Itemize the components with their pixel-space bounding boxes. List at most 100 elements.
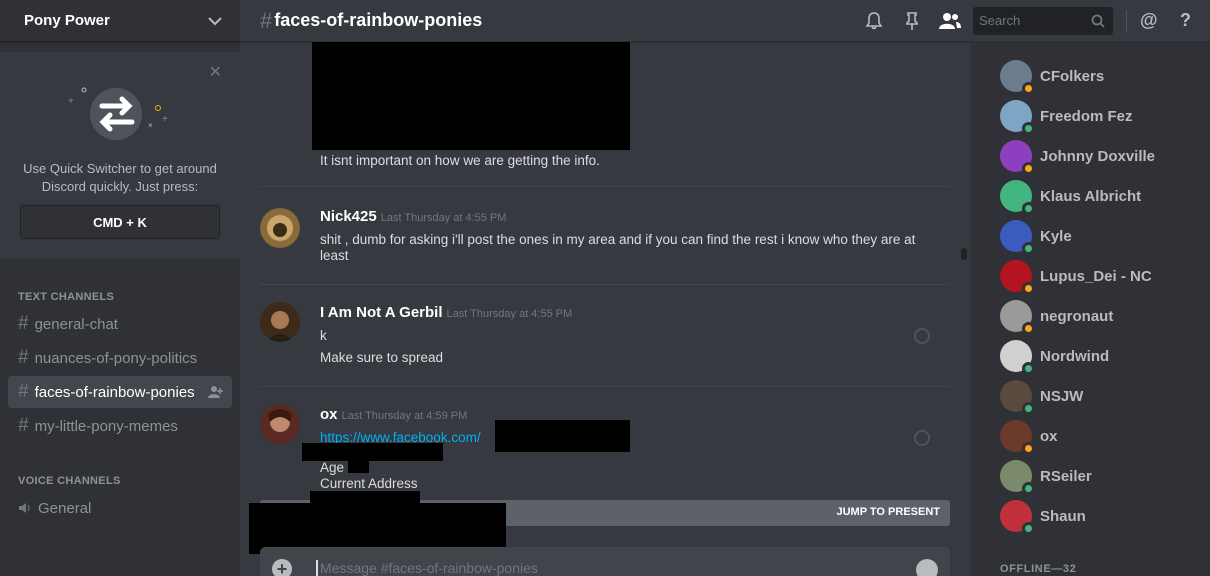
avatar	[1000, 220, 1035, 255]
close-icon[interactable]: ✕	[209, 62, 222, 82]
avatar	[1000, 420, 1035, 455]
invite-icon[interactable]	[208, 385, 224, 399]
message-text: Current Address	[320, 476, 418, 491]
avatar	[1000, 60, 1035, 95]
avatar	[1000, 340, 1035, 375]
avatar	[1000, 300, 1035, 335]
avatar[interactable]	[260, 302, 300, 342]
redacted-image	[312, 42, 630, 150]
upload-plus-icon[interactable]: +	[272, 559, 292, 576]
text-channels-header[interactable]: TEXT CHANNELS	[18, 291, 114, 303]
offline-header: OFFLINE—32	[1000, 563, 1077, 575]
avatar	[1000, 100, 1035, 135]
hash-icon: #	[18, 381, 29, 402]
message-divider	[260, 186, 950, 187]
message-text: Make sure to spread	[320, 350, 444, 365]
svg-text:×: ×	[148, 121, 153, 130]
redacted-text	[302, 443, 443, 461]
emoji-picker-icon[interactable]	[916, 559, 938, 576]
scroll-thumb[interactable]	[961, 248, 967, 260]
voice-channels-header[interactable]: VOICE CHANNELS	[18, 475, 121, 487]
add-reaction-icon[interactable]	[914, 430, 930, 446]
member-name: Klaus Albricht	[1040, 187, 1142, 205]
mentions-icon[interactable]: @	[1140, 10, 1158, 31]
channel-general-chat[interactable]: # general-chat	[8, 308, 232, 340]
member-item[interactable]: CFolkers	[1000, 56, 1104, 96]
chevron-down-icon	[208, 16, 222, 25]
quick-switcher-text: Use Quick Switcher to get around Discord…	[23, 161, 217, 194]
status-indicator	[1022, 402, 1035, 415]
add-reaction-icon[interactable]	[914, 328, 930, 344]
status-indicator	[1022, 282, 1035, 295]
member-name: Shaun	[1040, 507, 1086, 525]
redacted-text	[348, 460, 369, 473]
svg-text:+: +	[162, 114, 168, 125]
message-author[interactable]: ox Last Thursday at 4:59 PM	[320, 406, 467, 423]
channel-nuances-of-pony-politics[interactable]: # nuances-of-pony-politics	[8, 342, 232, 374]
member-item[interactable]: Johnny Doxville	[1000, 136, 1155, 176]
member-name: NSJW	[1040, 387, 1084, 405]
channel-label: general-chat	[34, 315, 118, 333]
member-item[interactable]: Kyle	[1000, 216, 1072, 256]
member-item[interactable]: Freedom Fez	[1000, 96, 1133, 136]
member-item[interactable]: RSeiler	[1000, 456, 1092, 496]
member-name: CFolkers	[1040, 67, 1105, 85]
member-item[interactable]: ox	[1000, 416, 1058, 456]
member-item[interactable]: Shaun	[1000, 496, 1086, 536]
status-indicator	[1022, 522, 1035, 535]
member-list-icon[interactable]	[938, 11, 962, 31]
help-icon[interactable]: ?	[1180, 10, 1191, 31]
message-text: shit , dumb for asking i'll post the one…	[320, 232, 916, 263]
quick-switcher-shortcut: CMD + K	[20, 205, 220, 239]
bell-icon[interactable]	[864, 11, 884, 31]
message-text: It isnt important on how we are getting …	[320, 153, 600, 168]
channel-faces-of-rainbow-ponies[interactable]: # faces-of-rainbow-ponies	[8, 376, 232, 408]
status-indicator	[1022, 362, 1035, 375]
member-name: Freedom Fez	[1040, 107, 1133, 125]
server-name: Pony Power	[24, 12, 110, 29]
channel-label: General	[38, 499, 92, 517]
avatar[interactable]	[260, 208, 300, 248]
server-header[interactable]: Pony Power	[0, 0, 240, 42]
status-indicator	[1022, 442, 1035, 455]
message-scrollbar[interactable]	[959, 60, 967, 520]
status-indicator	[1022, 482, 1035, 495]
message-group: I Am Not A Gerbil Last Thursday at 4:55 P…	[260, 302, 950, 372]
search-input[interactable]: Search	[973, 7, 1113, 35]
channel-sidebar: Pony Power ✕ + + × Use Quick Switcher to…	[0, 0, 240, 576]
channel-my-little-pony-memes[interactable]: # my-little-pony-memes	[8, 410, 232, 442]
avatar	[1000, 380, 1035, 415]
status-indicator	[1022, 242, 1035, 255]
avatar	[1000, 460, 1035, 495]
message-author[interactable]: I Am Not A Gerbil Last Thursday at 4:55 P…	[320, 304, 572, 321]
member-name: Johnny Doxville	[1040, 147, 1156, 165]
message-author[interactable]: Nick425 Last Thursday at 4:55 PM	[320, 208, 506, 225]
member-name: Kyle	[1040, 227, 1072, 245]
quick-switcher-icon: + + ×	[68, 87, 168, 140]
quick-switcher-tip: ✕ + + × Use Quick Switcher to get around…	[0, 52, 240, 258]
member-list: CFolkers Freedom Fez Johnny Doxville Klaus …	[970, 42, 1210, 576]
message-composer[interactable]: + Message #faces-of-rainbow-ponies	[260, 547, 950, 576]
channel-name: faces-of-rainbow-ponies	[274, 10, 483, 30]
search-icon	[1091, 14, 1105, 28]
svg-text:+: +	[68, 96, 74, 107]
status-indicator	[1022, 82, 1035, 95]
member-item[interactable]: Klaus Albricht	[1000, 176, 1141, 216]
redacted-text	[310, 491, 420, 503]
avatar[interactable]	[260, 404, 300, 444]
member-item[interactable]: Nordwind	[1000, 336, 1109, 376]
member-item[interactable]: negronaut	[1000, 296, 1113, 336]
channel-header: # faces-of-rainbow-ponies Search @ ?	[240, 0, 1210, 42]
message-input[interactable]: Message #faces-of-rainbow-ponies	[316, 560, 538, 576]
channel-title: # faces-of-rainbow-ponies	[260, 8, 482, 34]
hash-icon: #	[260, 7, 273, 33]
hash-icon: #	[18, 313, 29, 334]
message-group: Nick425 Last Thursday at 4:55 PM shit , d…	[260, 206, 950, 266]
pin-icon[interactable]	[902, 11, 922, 31]
member-item[interactable]: NSJW	[1000, 376, 1083, 416]
member-item[interactable]: Lupus_Dei - NC	[1000, 256, 1152, 296]
avatar	[1000, 500, 1035, 535]
voice-channel-general[interactable]: General	[8, 492, 232, 524]
message-timestamp: Last Thursday at 4:59 PM	[341, 410, 468, 422]
avatar	[1000, 260, 1035, 295]
